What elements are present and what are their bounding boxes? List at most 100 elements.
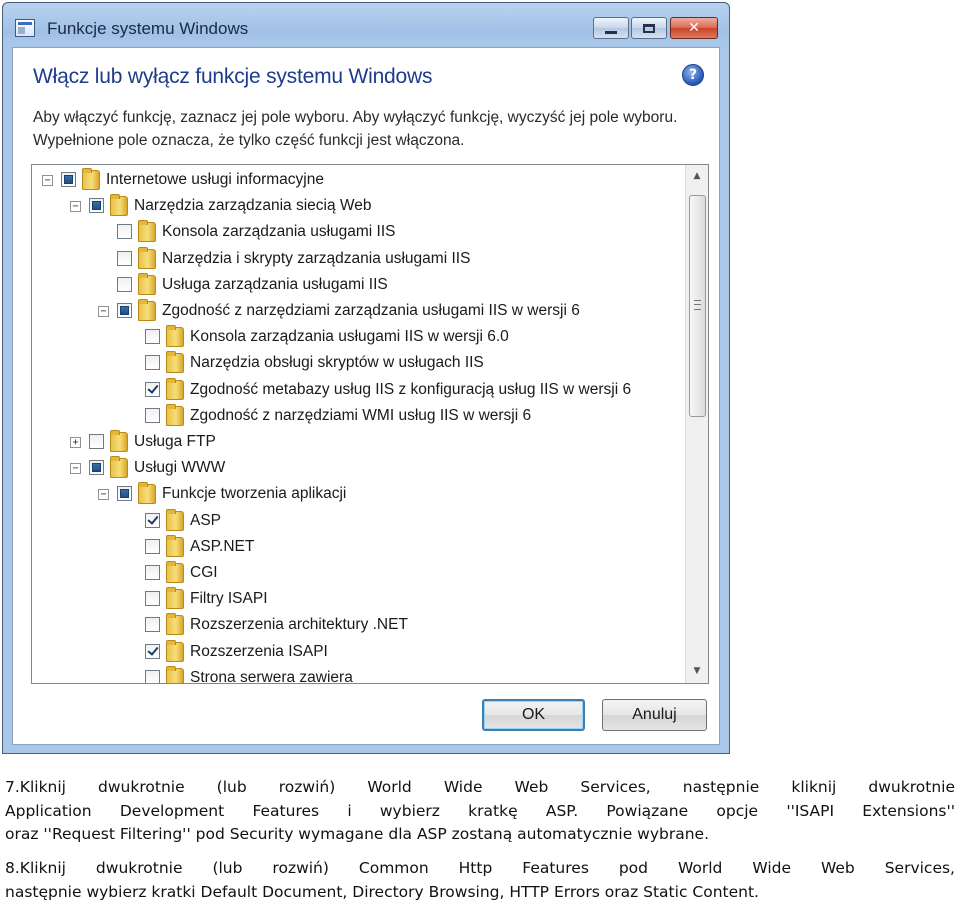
folder-icon [138,246,156,269]
tree-item[interactable]: CGI [32,561,682,587]
tree-item-label: Narzędzia zarządzania siecią Web [134,197,372,215]
features-tree[interactable]: − Internetowe usługi informacyjne − Narzędz… [31,164,709,684]
instruction-line: Application Development Features i wybie… [5,801,955,820]
feature-checkbox[interactable] [117,303,132,318]
minimize-button[interactable] [593,17,629,39]
folder-icon [166,665,184,683]
tree-item-label: Zgodność metabazy usług IIS z konfigurac… [190,380,632,398]
folder-icon [166,403,184,426]
tree-item-label: Zgodność z narzędziami WMI usług IIS w w… [190,406,532,424]
instruction-line: 8.Kliknij dwukrotnie (lub rozwiń) Common… [5,859,955,877]
dialog-content: Włącz lub wyłącz funkcje systemu Windows… [12,47,720,745]
window-title: Funkcje systemu Windows [47,19,249,38]
feature-checkbox[interactable] [61,172,76,187]
tree-item[interactable]: − Zgodność z narzędziami zarządzania usłu… [32,299,682,325]
scroll-down-arrow-icon[interactable]: ▼ [688,662,706,680]
tree-item[interactable]: Usługa zarządzania usługami IIS [32,272,682,299]
folder-icon [110,194,128,217]
collapse-icon[interactable]: − [70,463,81,475]
expand-icon[interactable]: + [70,437,81,448]
feature-checkbox[interactable] [89,198,104,214]
feature-checkbox[interactable] [145,591,160,607]
feature-checkbox[interactable] [145,538,160,554]
tree-item-label: Konsola zarządzania usługami IIS w wersj… [190,328,509,346]
tree-item[interactable]: Zgodność metabazy usług IIS z konfigurac… [32,377,682,404]
tree-item-label: Narzędzia i skrypty zarządzania usługami… [162,249,471,267]
tree-item-label: Narzędzia obsługi skryptów w usługach II… [190,354,484,372]
minimize-icon [605,30,617,34]
feature-checkbox[interactable] [145,512,160,528]
tree-item[interactable]: Strona serwera zawiera [32,665,682,684]
folder-icon [138,299,156,321]
tree-item-label: Usługa zarządzania usługami IIS [162,275,388,293]
scrollbar-thumb[interactable] [689,195,706,417]
instruction-line: oraz ''Request Filtering'' pod Security … [5,825,710,844]
tree-item[interactable]: Konsola zarządzania usługami IIS w wersj… [32,325,682,351]
feature-checkbox[interactable] [117,486,132,502]
collapse-icon[interactable]: − [98,489,109,501]
feature-checkbox[interactable] [145,643,160,659]
feature-checkbox[interactable] [145,355,160,371]
vertical-scrollbar[interactable]: ▲ ▼ [685,165,708,683]
tree-item[interactable]: Narzędzia i skrypty zarządzania usługami… [32,246,682,273]
collapse-icon[interactable]: − [98,306,109,317]
tree-item[interactable]: Rozszerzenia ISAPI [32,639,682,666]
folder-icon [166,351,184,374]
instruction-line: 7.Kliknij dwukrotnie (lub rozwiń) World … [5,778,955,796]
maximize-icon [643,23,655,33]
feature-checkbox[interactable] [145,407,160,423]
feature-checkbox[interactable] [89,460,104,476]
instruction-line: następnie wybierz kratki Default Documen… [5,882,759,901]
tree-item[interactable]: − Usługi WWW [32,456,682,482]
tree-item-label: Rozszerzenia architektury .NET [190,616,408,634]
folder-icon [138,220,156,243]
folder-icon [138,482,156,505]
tree-item[interactable]: − Funkcje tworzenia aplikacji [32,482,682,508]
maximize-button[interactable] [631,17,667,39]
feature-checkbox[interactable] [145,565,160,580]
collapse-icon[interactable]: − [42,175,53,186]
tree-item-label: Zgodność z narzędziami zarządzania usług… [162,302,580,319]
tree-item[interactable]: ASP [32,508,682,535]
close-icon: ✕ [688,20,700,36]
tree-item-label: CGI [190,564,218,581]
folder-icon [166,561,184,583]
tree-item[interactable]: Rozszerzenia architektury .NET [32,613,682,639]
tree-item-label: Strona serwera zawiera [190,668,353,684]
folder-icon [166,534,184,557]
tree-item[interactable]: − Internetowe usługi informacyjne [32,168,682,194]
feature-checkbox[interactable] [89,434,104,449]
grip-icon [694,300,701,310]
tree-item-label: Funkcje tworzenia aplikacji [162,485,347,503]
tree-item-label: Usługa FTP [134,433,216,450]
feature-checkbox[interactable] [145,669,160,683]
folder-icon [166,639,184,662]
help-button[interactable]: ? [682,64,704,86]
dialog-description: Aby włączyć funkcję, zaznacz jej pole wy… [33,109,678,149]
tree-item[interactable]: − Narzędzia zarządzania siecią Web [32,194,682,220]
tree-item[interactable]: + Usługa FTP [32,430,682,456]
folder-icon [166,508,184,531]
feature-checkbox[interactable] [145,617,160,633]
tree-item[interactable]: ASP.NET [32,534,682,561]
folder-icon [166,587,184,610]
tree-item[interactable]: Filtry ISAPI [32,587,682,613]
ok-button[interactable]: OK [482,699,585,731]
collapse-icon[interactable]: − [70,201,81,213]
feature-checkbox[interactable] [145,381,160,397]
cancel-button[interactable]: Anuluj [602,699,707,731]
tree-item-label: Rozszerzenia ISAPI [190,642,328,660]
tree-item-label: Usługi WWW [134,459,226,477]
feature-checkbox[interactable] [145,329,160,345]
tree-item[interactable]: Konsola zarządzania usługami IIS [32,220,682,246]
tree-item[interactable]: Zgodność z narzędziami WMI usług IIS w w… [32,403,682,430]
tree-item-label: Konsola zarządzania usługami IIS [162,223,396,241]
feature-checkbox[interactable] [117,250,132,266]
tree-item[interactable]: Narzędzia obsługi skryptów w usługach II… [32,351,682,377]
tree-item-label: ASP.NET [190,537,255,555]
feature-checkbox[interactable] [117,224,132,240]
scroll-up-arrow-icon[interactable]: ▲ [688,167,706,185]
close-button[interactable]: ✕ [670,17,718,39]
feature-checkbox[interactable] [117,276,132,292]
title-bar[interactable]: Funkcje systemu Windows ✕ [3,3,729,49]
